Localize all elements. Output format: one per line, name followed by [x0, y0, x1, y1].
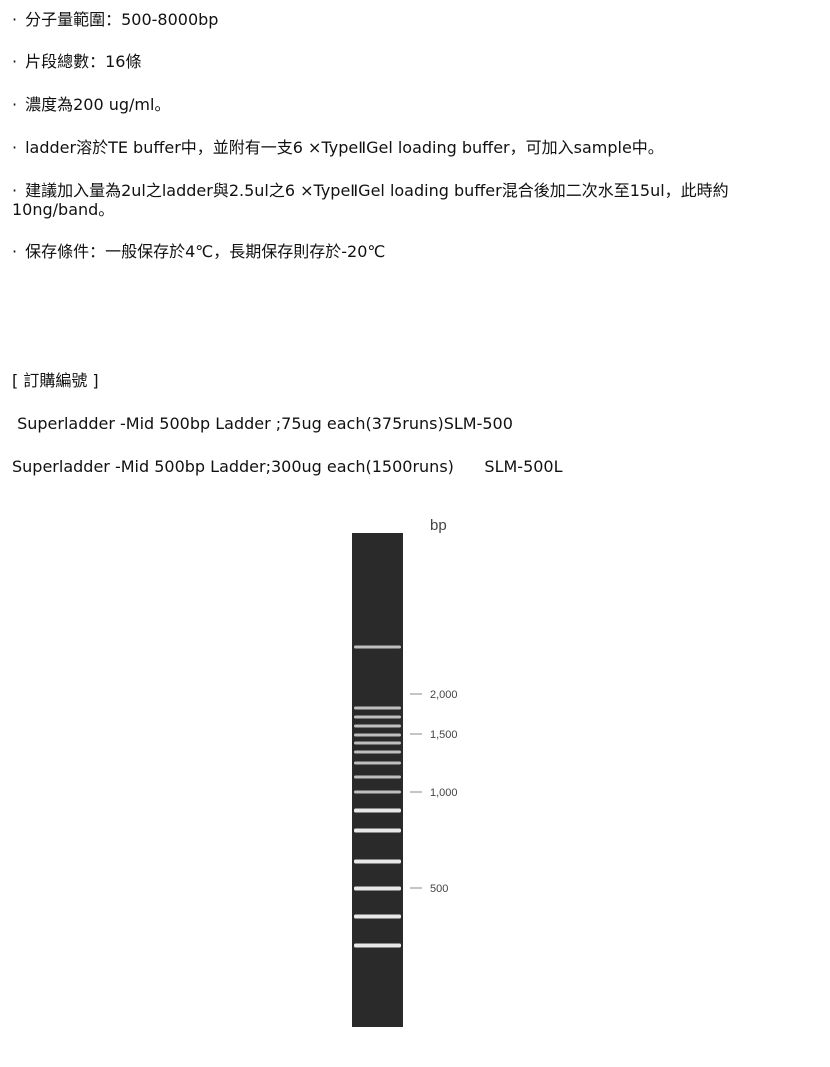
spec-text: 片段總數：16條 [25, 52, 142, 71]
gel-marker-label: 500 [430, 883, 448, 895]
bullet: · [12, 52, 18, 71]
spec-item-mw-range: · 分子量範圍：500-8000bp [12, 10, 218, 29]
gel-band [354, 761, 401, 765]
gel-band [354, 645, 401, 649]
spec-item-buffer: · ladder溶於TE buffer中，並附有一支6 ×TypeⅡGel loa… [12, 138, 664, 157]
gel-band [354, 741, 401, 745]
gel-marker-label: 1,500 [430, 729, 458, 741]
gel-marker-label: 1,000 [430, 787, 458, 799]
gel-band [354, 943, 401, 948]
bullet: · [12, 242, 18, 261]
spec-item-concentration: · 濃度為200 ug/ml。 [12, 95, 170, 114]
gel-band [354, 775, 401, 779]
gel-lane [352, 533, 403, 1027]
spec-item-fragment-count: · 片段總數：16條 [12, 52, 141, 71]
bullet: · [12, 138, 18, 157]
gel-band [354, 886, 401, 891]
gel-band [354, 859, 401, 864]
gel-ladder-image: bp 2,000 1,500 1,000 500 [352, 517, 458, 1027]
spec-text: 建議加入量為2ul之ladder與2.5ul之6 ×TypeⅡGel loadi… [12, 181, 729, 219]
gel-band [354, 914, 401, 919]
gel-band [354, 724, 401, 728]
order-item-slm-500l: Superladder -Mid 500bp Ladder;300ug each… [12, 457, 563, 476]
order-item-slm-500: Superladder -Mid 500bp Ladder ;75ug each… [12, 414, 513, 433]
gel-band [354, 750, 401, 754]
gel-unit-label: bp [430, 517, 447, 534]
gel-marker-label: 2,000 [430, 689, 458, 701]
bullet: · [12, 181, 18, 200]
bullet: · [12, 10, 18, 29]
gel-band [354, 706, 401, 710]
gel-band [354, 715, 401, 719]
spec-item-storage: · 保存條件：一般保存於4℃，長期保存則存於-20℃ [12, 242, 385, 261]
spec-text: 濃度為200 ug/ml。 [25, 95, 171, 114]
gel-band [354, 828, 401, 833]
spec-item-usage: · 建議加入量為2ul之ladder與2.5ul之6 ×TypeⅡGel load… [12, 181, 772, 219]
spec-text: 分子量範圍：500-8000bp [25, 10, 219, 29]
bullet: · [12, 95, 18, 114]
order-heading: [ 訂購編號 ] [12, 371, 99, 390]
gel-band [354, 790, 401, 794]
gel-markers: 2,000 1,500 1,000 500 [410, 689, 458, 895]
spec-text: 保存條件：一般保存於4℃，長期保存則存於-20℃ [25, 242, 386, 261]
gel-band [354, 808, 401, 813]
gel-band [354, 733, 401, 737]
spec-text: ladder溶於TE buffer中，並附有一支6 ×TypeⅡGel load… [25, 138, 664, 157]
